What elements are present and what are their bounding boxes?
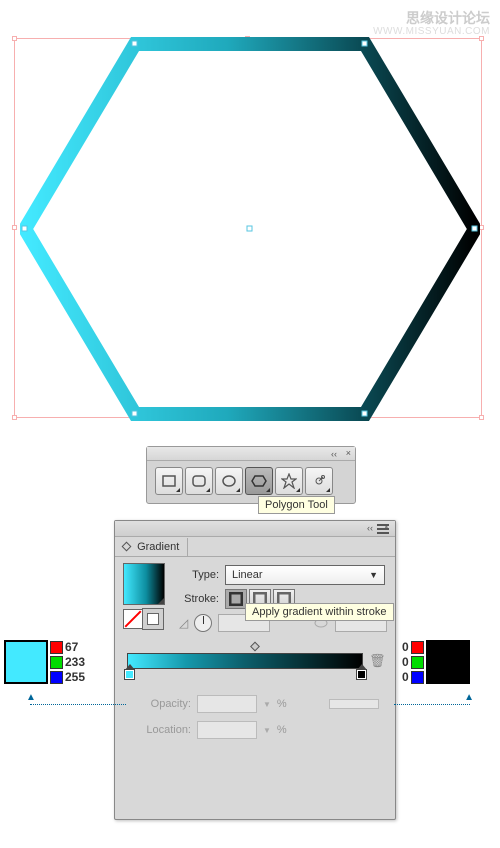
right-color-callout: 0 0 0 bbox=[402, 640, 496, 684]
collapse-icon[interactable]: ‹‹ bbox=[331, 449, 337, 459]
panel-header[interactable]: ‹‹ × bbox=[115, 521, 395, 537]
gradient-panel[interactable]: ‹‹ × Gradient Type: Linear ▼ Stroke: bbox=[114, 520, 396, 820]
gradient-ramp[interactable] bbox=[127, 653, 363, 669]
red-chip-icon bbox=[411, 641, 424, 654]
gradient-type-select[interactable]: Linear ▼ bbox=[225, 565, 385, 585]
g-value: 0 bbox=[402, 655, 409, 669]
pct-label: % bbox=[277, 698, 287, 710]
resize-handle-l[interactable] bbox=[12, 225, 17, 230]
r-value: 0 bbox=[402, 640, 409, 654]
dropdown-arrow-icon: ▼ bbox=[263, 700, 271, 709]
angle-delta-icon: ◿ bbox=[179, 616, 188, 630]
flare-tool[interactable] bbox=[305, 467, 333, 495]
resize-handle-tl[interactable] bbox=[12, 36, 17, 41]
trash-icon[interactable]: 🗑 bbox=[369, 653, 383, 667]
collapse-icon[interactable]: ‹‹ bbox=[367, 523, 373, 533]
arrow-up-icon: ▲ bbox=[26, 692, 36, 703]
gradient-preview[interactable] bbox=[123, 563, 165, 605]
location-label: Location: bbox=[131, 724, 191, 736]
panel-menu-icon[interactable] bbox=[377, 524, 389, 534]
dropdown-arrow-icon: ▼ bbox=[369, 570, 378, 580]
midpoint-diamond[interactable] bbox=[250, 642, 260, 652]
pct-label: % bbox=[277, 724, 287, 736]
type-label: Type: bbox=[179, 569, 219, 581]
panel-tabs: Gradient bbox=[115, 537, 395, 557]
stroke-label: Stroke: bbox=[179, 593, 219, 605]
close-icon[interactable]: × bbox=[346, 448, 351, 458]
g-value: 233 bbox=[65, 655, 85, 669]
opacity-preview bbox=[329, 699, 379, 709]
angle-dial[interactable] bbox=[194, 614, 212, 632]
green-chip-icon bbox=[50, 656, 63, 669]
b-value: 0 bbox=[402, 670, 409, 684]
rectangle-tool[interactable] bbox=[155, 467, 183, 495]
blue-chip-icon bbox=[50, 671, 63, 684]
palette-header[interactable]: ‹‹ × bbox=[147, 447, 355, 461]
arrow-up-icon: ▲ bbox=[464, 692, 474, 703]
hexagon-shape[interactable] bbox=[20, 36, 480, 422]
ellipse-tool[interactable] bbox=[215, 467, 243, 495]
opacity-input bbox=[197, 695, 257, 713]
left-color-callout: 67 233 255 bbox=[4, 640, 98, 684]
b-value: 255 bbox=[65, 670, 85, 684]
gradient-slider[interactable]: 🗑 bbox=[127, 643, 383, 687]
gradient-stop-right[interactable] bbox=[356, 669, 367, 682]
stroke-gradient-within-button[interactable] bbox=[225, 589, 247, 609]
r-value: 67 bbox=[65, 640, 78, 654]
location-input bbox=[197, 721, 257, 739]
green-chip-icon bbox=[411, 656, 424, 669]
blue-chip-icon bbox=[411, 671, 424, 684]
callout-line-right bbox=[394, 704, 470, 705]
gradient-tab-label: Gradient bbox=[137, 541, 179, 553]
type-value: Linear bbox=[232, 569, 263, 581]
stroke-tooltip: Apply gradient within stroke bbox=[245, 603, 394, 621]
stroke-swatch[interactable] bbox=[143, 609, 163, 629]
rounded-rectangle-tool[interactable] bbox=[185, 467, 213, 495]
resize-handle-bl[interactable] bbox=[12, 415, 17, 420]
polygon-tooltip: Polygon Tool bbox=[258, 496, 335, 514]
gradient-tab[interactable]: Gradient bbox=[115, 538, 188, 556]
dropdown-arrow-icon: ▼ bbox=[263, 726, 271, 735]
no-fill-swatch[interactable] bbox=[123, 609, 143, 629]
cyan-swatch bbox=[4, 640, 48, 684]
opacity-label: Opacity: bbox=[131, 698, 191, 710]
gradient-stop-left[interactable] bbox=[124, 669, 135, 682]
red-chip-icon bbox=[50, 641, 63, 654]
callout-line-left bbox=[30, 704, 126, 705]
black-swatch bbox=[426, 640, 470, 684]
polygon-tool[interactable] bbox=[245, 467, 273, 495]
diamond-icon bbox=[122, 542, 132, 552]
artboard[interactable] bbox=[8, 22, 492, 440]
star-tool[interactable] bbox=[275, 467, 303, 495]
